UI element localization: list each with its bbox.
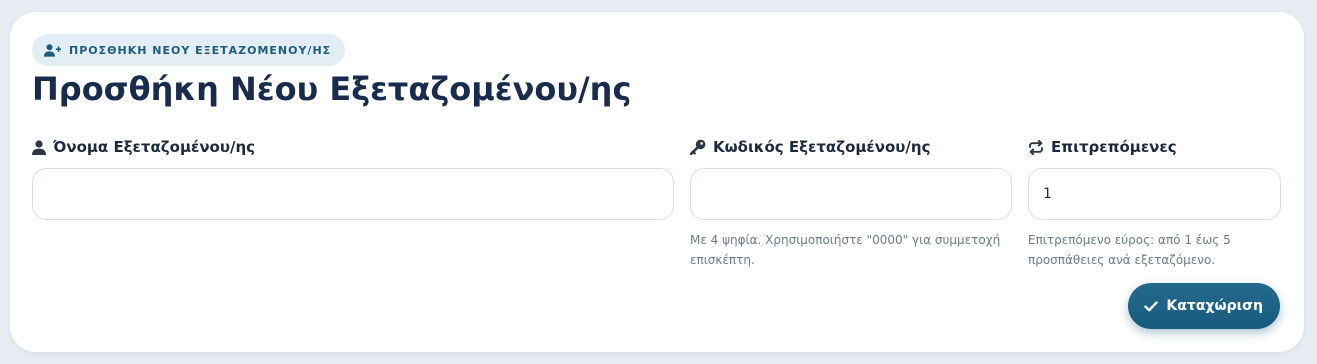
user-icon <box>32 139 46 155</box>
code-field: Κωδικός Εξεταζομένου/ης Με 4 ψηφία. Χρησ… <box>690 136 1012 267</box>
name-field: Όνομα Εξεταζομένου/ης <box>32 136 674 220</box>
page-title: Προσθήκη Νέου Εξεταζομένου/ης <box>32 70 632 108</box>
name-label-text: Όνομα Εξεταζομένου/ης <box>53 138 256 156</box>
submit-button[interactable]: Καταχώριση <box>1128 283 1280 329</box>
attempts-input[interactable] <box>1028 168 1281 220</box>
user-plus-icon <box>44 43 61 57</box>
check-icon <box>1144 300 1159 311</box>
badge-text: ΠΡΟΣΘΗΚΗ ΝΕΟΥ ΕΞΕΤΑΖΟΜΕΝΟΥ/ΗΣ <box>69 43 332 57</box>
attempts-label: Επιτρεπόμενες <box>1028 136 1281 158</box>
add-examinee-card: ΠΡΟΣΘΗΚΗ ΝΕΟΥ ΕΞΕΤΑΖΟΜΕΝΟΥ/ΗΣ Προσθήκη Ν… <box>10 12 1304 352</box>
code-hint: Με 4 ψηφία. Χρησιμοποιήστε "0000" για συ… <box>690 233 1001 267</box>
section-badge: ΠΡΟΣΘΗΚΗ ΝΕΟΥ ΕΞΕΤΑΖΟΜΕΝΟΥ/ΗΣ <box>32 34 346 66</box>
submit-label: Καταχώριση <box>1166 298 1263 314</box>
repeat-icon <box>1029 139 1043 155</box>
attempts-field: Επιτρεπόμενες Επιτρεπόμενο εύρος: από 1 … <box>1028 136 1281 267</box>
code-label-text: Κωδικός Εξεταζομένου/ης <box>713 138 931 156</box>
attempts-hint: Επιτρεπόμενο εύρος: από 1 έως 5 προσπάθε… <box>1028 233 1231 267</box>
key-icon <box>690 139 706 155</box>
code-input[interactable] <box>690 168 1012 220</box>
code-label: Κωδικός Εξεταζομένου/ης <box>690 136 1012 158</box>
attempts-label-text: Επιτρεπόμενες <box>1051 138 1177 156</box>
name-label: Όνομα Εξεταζομένου/ης <box>32 136 674 158</box>
name-input[interactable] <box>32 168 674 220</box>
